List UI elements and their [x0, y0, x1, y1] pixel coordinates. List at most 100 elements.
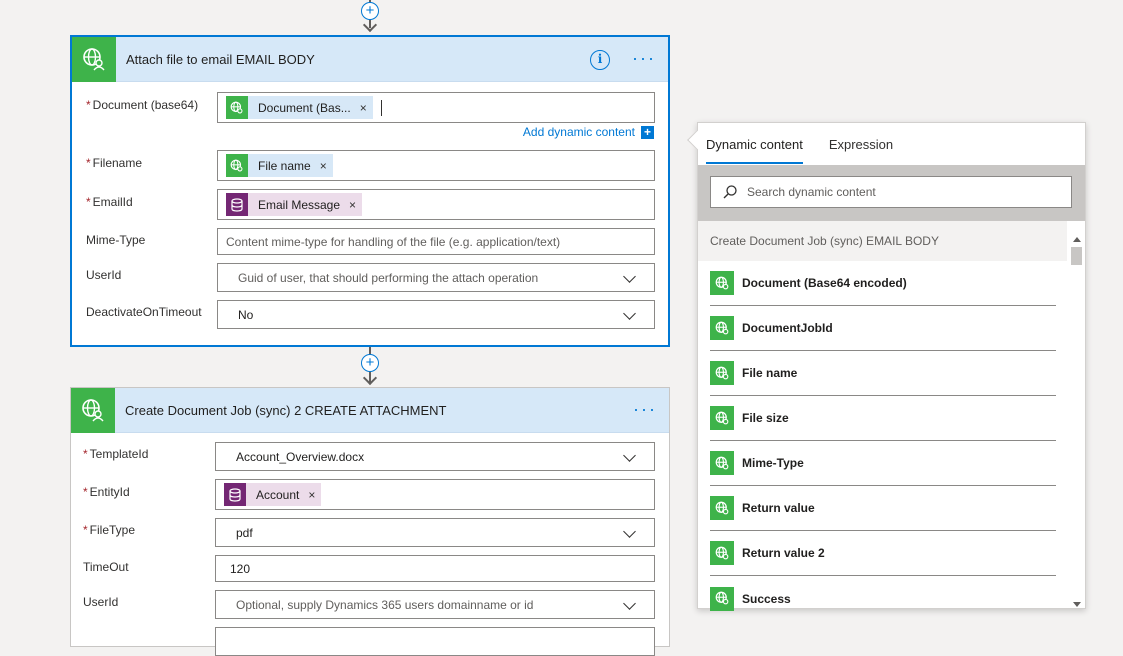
field-row-userid-2: UserId Optional, supply Dynamics 365 use…	[71, 590, 669, 619]
filetype-dropdown[interactable]: pdf	[215, 518, 655, 547]
remove-token-icon[interactable]: ×	[320, 159, 327, 173]
dynamic-content-item[interactable]: Return value	[710, 486, 1056, 531]
dynamic-content-item[interactable]: Document (Base64 encoded)	[710, 261, 1056, 306]
add-dynamic-content-link[interactable]: Add dynamic content +	[523, 125, 654, 139]
selected-value: pdf	[236, 525, 253, 540]
remove-token-icon[interactable]: ×	[308, 488, 315, 502]
search-area	[698, 165, 1085, 221]
field-label: * EntityId	[83, 485, 130, 499]
token-label: Account	[256, 487, 300, 502]
more-options-icon[interactable]: ···	[633, 400, 657, 418]
document-field[interactable]: Document (Bas... ×	[217, 92, 655, 123]
dynamic-content-label: File size	[742, 411, 789, 425]
placeholder-text: Optional, supply Dynamics 365 users doma…	[236, 597, 534, 612]
field-label: * Filename	[86, 156, 143, 170]
connector-globe-icon	[710, 361, 734, 385]
userid-dropdown[interactable]: Guid of user, that should performing the…	[217, 263, 655, 292]
field-row-deactivate: DeactivateOnTimeout No	[72, 300, 668, 329]
scroll-down-icon[interactable]	[1073, 602, 1081, 607]
field-row-filename: * Filename File name ×	[72, 150, 668, 182]
search-box[interactable]	[710, 176, 1072, 208]
field-row-filetype: * FileType pdf	[71, 518, 669, 547]
connector-globe-icon	[710, 451, 734, 475]
connector-globe-icon	[710, 406, 734, 430]
scroll-up-icon[interactable]	[1073, 237, 1081, 242]
field-row-userid: UserId Guid of user, that should perform…	[72, 263, 668, 292]
dynamic-content-label: Mime-Type	[742, 456, 804, 470]
userid-dropdown[interactable]: Optional, supply Dynamics 365 users doma…	[215, 590, 655, 619]
text-caret	[380, 99, 382, 116]
section-header[interactable]: Create Document Job (sync) EMAIL BODY	[698, 221, 1067, 261]
field-label: UserId	[86, 268, 122, 282]
arrow-down-icon	[362, 17, 378, 33]
field-row-timeout: TimeOut 120	[71, 555, 669, 582]
dynamic-content-item[interactable]: File name	[710, 351, 1056, 396]
chevron-down-icon	[623, 597, 636, 610]
field-label: TimeOut	[83, 560, 129, 574]
connector-globe-icon	[710, 316, 734, 340]
field-row-templateid: * TemplateId Account_Overview.docx	[71, 442, 669, 471]
dynamic-token[interactable]: Account ×	[224, 483, 322, 506]
dynamic-content-item[interactable]: File size	[710, 396, 1056, 441]
remove-token-icon[interactable]: ×	[349, 198, 356, 212]
templateid-dropdown[interactable]: Account_Overview.docx	[215, 442, 655, 471]
field-value: 120	[230, 561, 251, 576]
connector-globe-icon	[226, 96, 248, 119]
field-label: * EmailId	[86, 195, 133, 209]
panel-pointer	[687, 130, 707, 150]
filename-field[interactable]: File name ×	[217, 150, 655, 181]
dynamic-content-label: Return value 2	[742, 546, 825, 560]
entityid-field[interactable]: Account ×	[215, 479, 655, 510]
dynamic-content-item[interactable]: Success	[710, 576, 1056, 621]
field-label: Mime-Type	[86, 233, 146, 247]
dynamic-token[interactable]: Email Message ×	[226, 193, 363, 216]
timeout-field[interactable]: 120	[215, 555, 655, 582]
action-card-create-document-job[interactable]: Create Document Job (sync) 2 CREATE ATTA…	[70, 387, 670, 656]
info-icon[interactable]: i	[590, 50, 610, 70]
tab-dynamic-content[interactable]: Dynamic content	[706, 137, 803, 164]
scrollbar[interactable]	[1070, 237, 1083, 607]
field-label: * FileType	[83, 523, 136, 537]
deactivate-dropdown[interactable]: No	[217, 300, 655, 329]
token-label: Email Message	[258, 197, 341, 212]
field-row-emailid: * EmailId Email Message ×	[72, 189, 668, 221]
arrow-down-icon	[362, 370, 378, 386]
remove-token-icon[interactable]: ×	[360, 101, 367, 115]
cutoff-field[interactable]	[215, 627, 655, 656]
more-options-icon[interactable]: ···	[632, 49, 656, 67]
action-card-attach-file[interactable]: Attach file to email EMAIL BODY i ··· * D…	[70, 35, 670, 347]
token-label: File name	[258, 158, 311, 173]
search-input[interactable]	[745, 184, 1045, 200]
placeholder-text: Guid of user, that should performing the…	[238, 270, 539, 285]
token-label: Document (Bas...	[258, 100, 351, 115]
dynamic-content-item[interactable]: Return value 2	[710, 531, 1056, 576]
dynamic-content-label: Document (Base64 encoded)	[742, 276, 907, 290]
placeholder-text: Content mime-type for handling of the fi…	[226, 234, 561, 249]
field-label: * TemplateId	[83, 447, 149, 461]
connector-globe-icon	[710, 271, 734, 295]
card-header[interactable]: Create Document Job (sync) 2 CREATE ATTA…	[71, 387, 669, 433]
field-label: * Document (base64)	[86, 98, 199, 112]
dynamic-token[interactable]: Document (Bas... ×	[226, 96, 373, 119]
tab-expression[interactable]: Expression	[829, 137, 893, 164]
card-header[interactable]: Attach file to email EMAIL BODY i ···	[72, 36, 668, 82]
dynamic-token[interactable]: File name ×	[226, 154, 333, 177]
chevron-down-icon	[623, 525, 636, 538]
dynamic-content-label: Return value	[742, 501, 815, 515]
dynamic-content-label: Success	[742, 591, 791, 606]
scroll-thumb[interactable]	[1071, 247, 1082, 265]
emailid-field[interactable]: Email Message ×	[217, 189, 655, 220]
database-icon	[226, 193, 248, 216]
field-row-cutoff	[71, 627, 669, 656]
dynamic-content-list: Document (Base64 encoded) DocumentJobId Fi…	[710, 261, 1056, 621]
dynamic-content-label: File name	[742, 366, 798, 380]
insert-step-button[interactable]: +	[361, 354, 379, 372]
plus-icon: +	[641, 125, 654, 139]
panel-tabs: Dynamic content Expression	[706, 137, 919, 164]
dynamic-content-item[interactable]: Mime-Type	[710, 441, 1056, 486]
dynamic-content-item[interactable]: DocumentJobId	[710, 306, 1056, 351]
selected-value: Account_Overview.docx	[236, 449, 365, 464]
mimetype-field[interactable]: Content mime-type for handling of the fi…	[217, 228, 655, 255]
selected-value: No	[238, 307, 254, 322]
connector-globe-icon	[72, 36, 116, 82]
